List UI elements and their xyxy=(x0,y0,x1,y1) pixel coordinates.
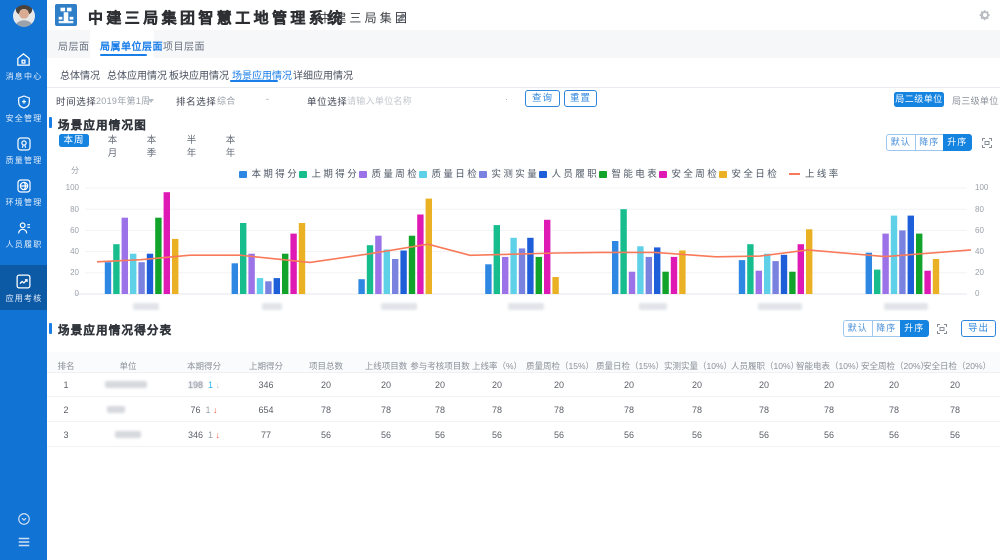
svg-text:20: 20 xyxy=(70,268,79,277)
svg-text:分: 分 xyxy=(71,166,79,175)
svg-text:80: 80 xyxy=(975,205,984,214)
svg-text:40: 40 xyxy=(70,247,79,256)
svg-text:60: 60 xyxy=(70,226,79,235)
svg-text:100: 100 xyxy=(66,183,80,192)
svg-text:0: 0 xyxy=(975,289,980,298)
svg-text:20: 20 xyxy=(975,268,984,277)
svg-text:60: 60 xyxy=(975,226,984,235)
svg-text:80: 80 xyxy=(70,205,79,214)
svg-text:0: 0 xyxy=(75,289,80,298)
svg-text:100: 100 xyxy=(975,183,989,192)
svg-text:40: 40 xyxy=(975,247,984,256)
